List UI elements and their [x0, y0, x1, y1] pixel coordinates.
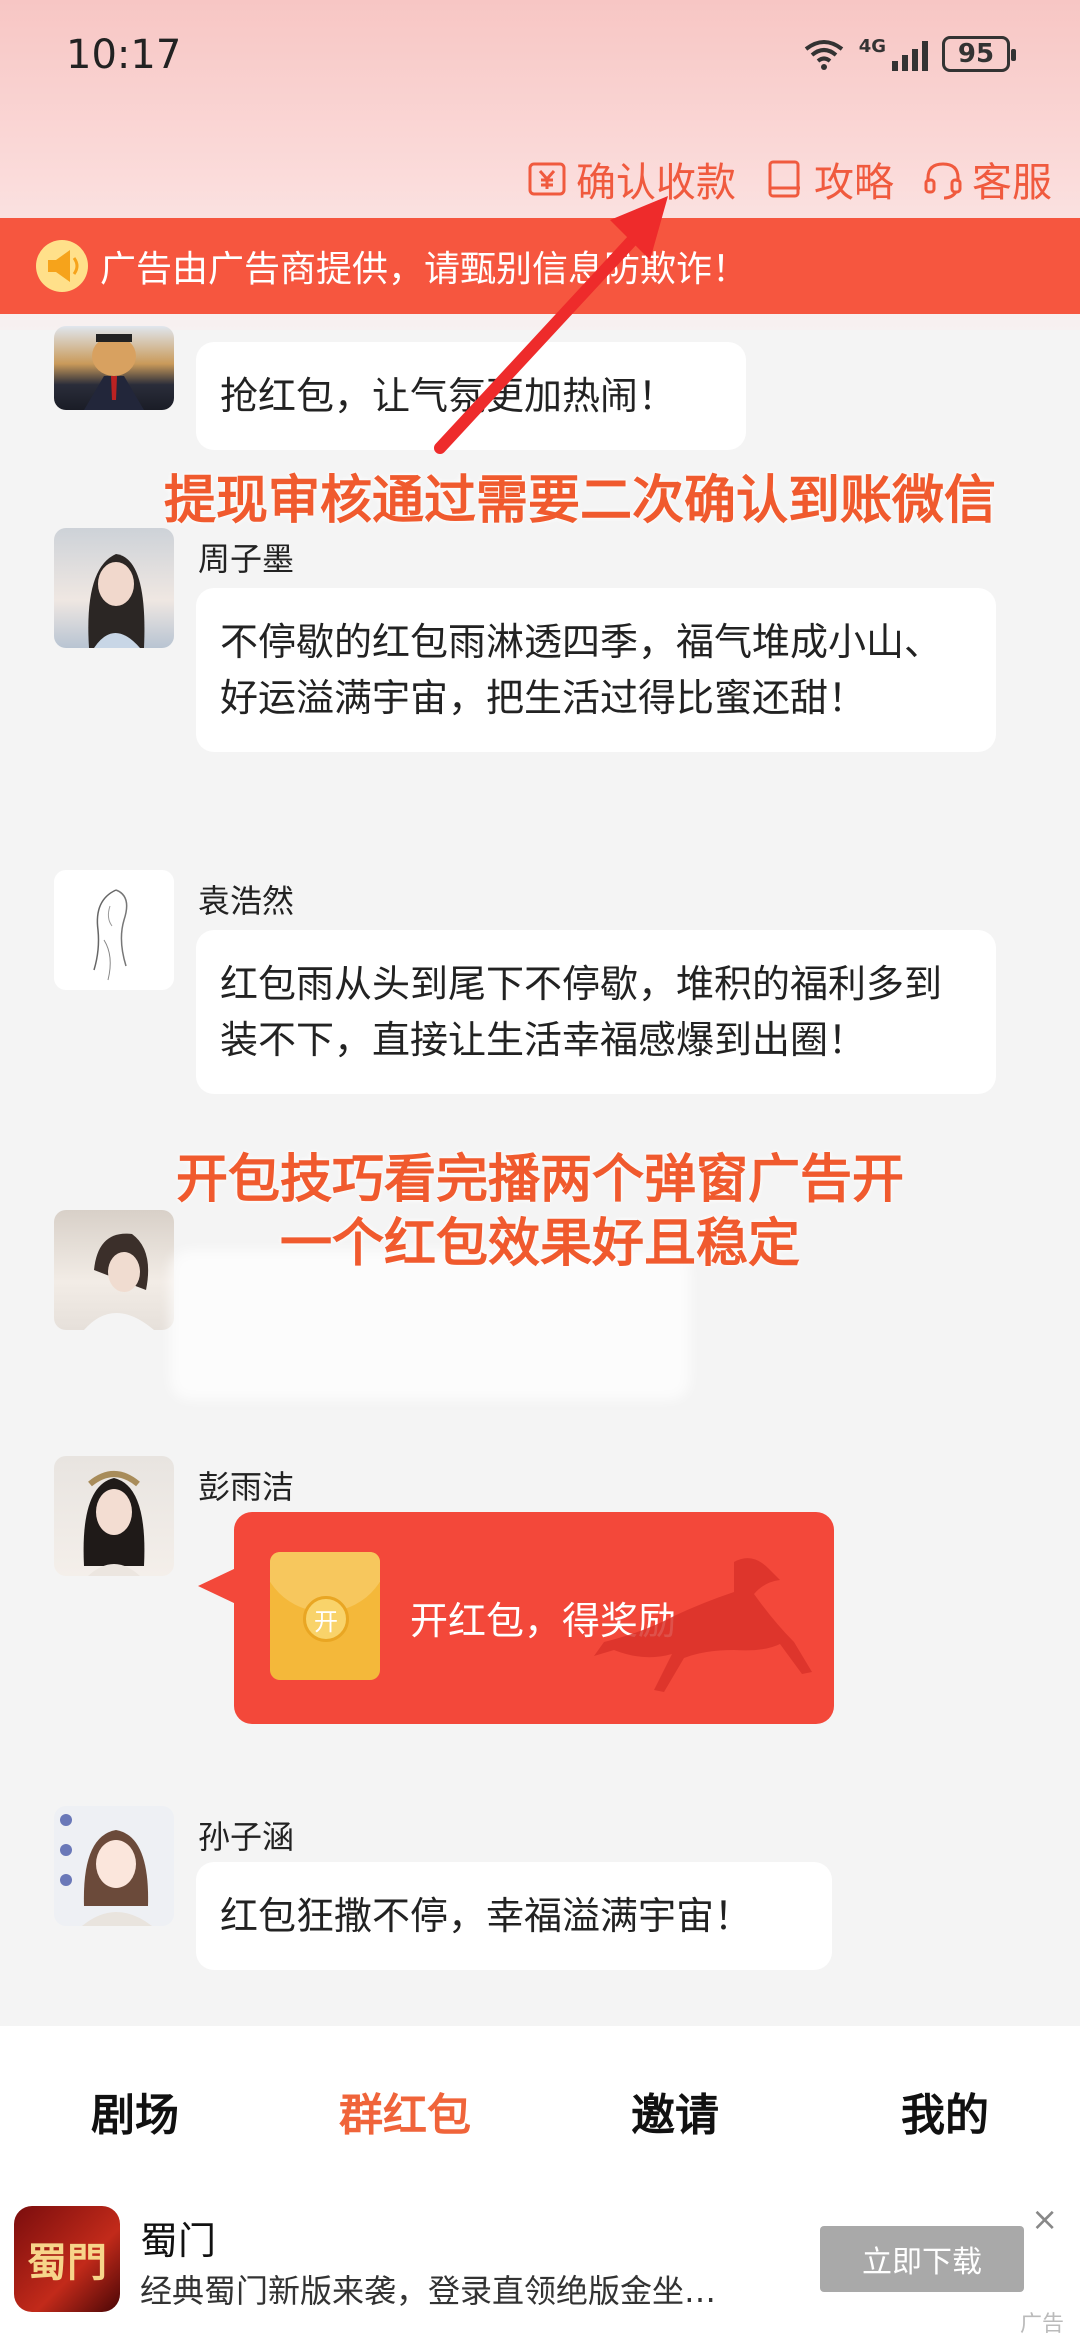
packet-bubble-tail [198, 1568, 236, 1604]
header-actions: 确认收款 攻略 客服 [526, 150, 1052, 208]
annotation-tip-withdraw: 提现审核通过需要二次确认到账微信 [163, 471, 996, 531]
bottom-nav: 剧场 群红包 邀请 我的 [0, 2026, 1080, 2196]
customer-service-button[interactable]: 客服 [922, 150, 1052, 208]
sender-name: 周子墨 [198, 540, 295, 578]
ad-app-icon[interactable]: 蜀門 [14, 2206, 120, 2312]
packet-coin: 开 [303, 1596, 349, 1642]
ad-description: 经典蜀门新版来袭，登录直领绝版金坐… [140, 2272, 717, 2310]
nav-theater[interactable]: 剧场 [35, 2079, 235, 2143]
customer-service-label: 客服 [972, 160, 1052, 206]
headset-icon [924, 162, 962, 200]
ad-notice-text: 广告由广告商提供，请甄别信息防欺诈！ [100, 249, 749, 290]
sender-name: 孙子涵 [198, 1818, 295, 1856]
sender-name: 彭雨洁 [198, 1468, 295, 1506]
bottom-ad-banner[interactable]: 蜀門 蜀门 经典蜀门新版来袭，登录直领绝版金坐… 立即下载 × 广告 [0, 2196, 1080, 2340]
avatar[interactable] [54, 870, 174, 990]
avatar[interactable] [54, 1806, 174, 1926]
book-icon [768, 160, 800, 198]
ad-app-icon-text: 蜀門 [27, 2240, 107, 2286]
annotation-tip-open-line2: 一个红包效果好且稳定 [279, 1214, 800, 1274]
message-bubble: 红包雨从头到尾下不停歇，堆积的福利多到装不下，直接让生活幸福感爆到出圈！ [196, 930, 996, 1094]
ad-tag: 广告 [1019, 2312, 1064, 2337]
message-bubble: 抢红包，让气氛更加热闹！ [196, 342, 746, 450]
red-envelope-icon: 开 [270, 1552, 380, 1680]
status-bar: 10:17 4G 95 [0, 0, 1080, 120]
ad-title: 蜀门 [140, 2219, 217, 2263]
battery-icon: 95 [942, 36, 1016, 72]
status-time: 10:17 [66, 32, 182, 78]
ad-notice-banner: 广告由广告商提供，请甄别信息防欺诈！ [0, 218, 1080, 314]
ad-close-icon[interactable]: × [1031, 2200, 1058, 2238]
nav-me[interactable]: 我的 [845, 2079, 1045, 2143]
red-packet-card[interactable]: 开 开红包，得奖励 [234, 1512, 834, 1724]
avatar[interactable] [54, 1456, 174, 1576]
guide-label: 攻略 [814, 160, 894, 206]
ad-download-button[interactable]: 立即下载 [820, 2226, 1024, 2292]
avatar[interactable] [54, 326, 174, 410]
status-icons: 4G 95 [803, 36, 1016, 72]
nav-invite[interactable]: 邀请 [575, 2079, 775, 2143]
network-type: 4G [858, 36, 886, 57]
confirm-payment-label: 确认收款 [576, 160, 736, 206]
avatar[interactable] [54, 528, 174, 648]
horse-watermark-icon [594, 1558, 812, 1692]
signal-icon [892, 37, 928, 71]
annotation-tip-open-line1: 开包技巧看完播两个弹窗广告开 [175, 1150, 904, 1210]
yuan-receipt-icon [528, 162, 566, 196]
sender-name: 袁浩然 [198, 882, 295, 920]
message-bubble: 不停歇的红包雨淋透四季，福气堆成小山、好运溢满宇宙，把生活过得比蜜还甜！ [196, 588, 996, 752]
confirm-payment-button[interactable]: 确认收款 [526, 150, 736, 208]
message-bubble: 红包狂撒不停，幸福溢满宇宙！ [196, 1862, 832, 1970]
guide-button[interactable]: 攻略 [764, 150, 894, 208]
nav-group-red-packet[interactable]: 群红包 [305, 2079, 505, 2143]
wifi-icon [804, 40, 843, 70]
megaphone-icon [36, 240, 88, 292]
